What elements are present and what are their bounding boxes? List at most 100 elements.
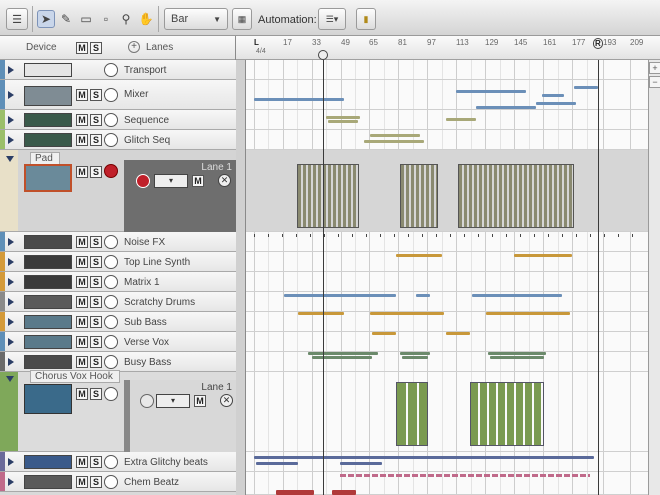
arrange-area[interactable] <box>246 60 648 495</box>
audio-clip-block[interactable] <box>396 382 428 446</box>
noise-fx-clips[interactable] <box>254 234 644 237</box>
lane-mute-button[interactable]: M <box>192 175 204 187</box>
waveform-icon[interactable] <box>104 355 118 369</box>
track-row-matrix-1[interactable]: M S Matrix 1 <box>0 272 236 292</box>
pattern-clip[interactable] <box>340 462 382 465</box>
waveform-icon[interactable] <box>104 255 118 269</box>
note-clip[interactable] <box>400 352 430 355</box>
lane-close-icon[interactable]: ✕ <box>218 174 231 187</box>
track-row-verse-vox[interactable]: M S Verse Vox <box>0 332 236 352</box>
solo-button[interactable]: S <box>90 356 102 368</box>
expand-icon[interactable] <box>8 478 14 486</box>
timeline-ruler[interactable]: L 4/4 17 33 49 65 81 97 113 129 145 161 … <box>246 36 648 60</box>
add-lane-icon[interactable]: + <box>128 41 140 53</box>
pattern-clip[interactable] <box>276 490 314 495</box>
solo-button[interactable]: S <box>90 336 102 348</box>
mute-button[interactable]: M <box>76 256 88 268</box>
expand-icon[interactable] <box>8 338 14 346</box>
expand-icon[interactable] <box>8 66 14 74</box>
hand-tool[interactable]: ✋ <box>137 10 155 28</box>
solo-button[interactable]: S <box>90 89 102 101</box>
mute-button[interactable]: M <box>76 336 88 348</box>
pattern-clip[interactable] <box>256 462 298 465</box>
note-clip[interactable] <box>486 312 570 315</box>
lane-record-icon[interactable] <box>140 394 154 408</box>
audio-clip-block[interactable] <box>470 382 544 446</box>
note-clip-block[interactable] <box>400 164 438 228</box>
note-clip[interactable] <box>514 254 572 257</box>
pattern-clip[interactable] <box>370 134 420 137</box>
playhead-marker-icon[interactable] <box>318 50 328 60</box>
waveform-icon[interactable] <box>104 295 118 309</box>
waveform-icon[interactable] <box>104 475 118 489</box>
lane-select[interactable]: ▾ <box>154 174 188 188</box>
waveform-icon[interactable] <box>104 455 118 469</box>
pattern-clip[interactable] <box>446 118 476 121</box>
pencil-tool[interactable]: ✎ <box>57 10 75 28</box>
waveform-icon[interactable] <box>104 63 118 77</box>
collapse-icon[interactable] <box>6 376 14 382</box>
view-toggle-button[interactable]: ☰ <box>6 8 28 30</box>
automation-clip[interactable] <box>254 98 344 101</box>
note-clip[interactable] <box>490 356 544 359</box>
note-clip[interactable] <box>370 312 444 315</box>
arrow-tool[interactable]: ➤ <box>37 10 55 28</box>
expand-icon[interactable] <box>8 91 14 99</box>
track-row-sub-bass[interactable]: M S Sub Bass <box>0 312 236 332</box>
pattern-clip[interactable] <box>364 140 424 143</box>
solo-button[interactable]: S <box>90 166 102 178</box>
solo-button[interactable]: S <box>90 256 102 268</box>
track-row-noise-fx[interactable]: M S Noise FX <box>0 232 236 252</box>
solo-button[interactable]: S <box>90 114 102 126</box>
mute-button[interactable]: M <box>76 134 88 146</box>
zoom-out-icon[interactable]: − <box>649 76 660 88</box>
track-row-chorus-vox-hook[interactable]: Chorus Vox Hook M S Lane 1 ▾ M ✕ <box>0 370 236 452</box>
snap-toggle-button[interactable]: ▦ <box>232 8 252 30</box>
solo-button[interactable]: S <box>90 276 102 288</box>
master-mute-button[interactable]: M <box>76 42 88 54</box>
magnify-tool[interactable]: ⚲ <box>117 10 135 28</box>
lane-record-icon[interactable] <box>136 174 150 188</box>
pattern-clip[interactable] <box>254 456 594 459</box>
lane-close-icon[interactable]: ✕ <box>220 394 233 407</box>
mute-button[interactable]: M <box>76 476 88 488</box>
mute-button[interactable]: M <box>76 316 88 328</box>
left-locator[interactable]: L <box>254 38 259 47</box>
pattern-clip[interactable] <box>284 294 396 297</box>
solo-button[interactable]: S <box>90 296 102 308</box>
note-clip[interactable] <box>488 352 546 355</box>
expand-icon[interactable] <box>8 458 14 466</box>
lane-mute-button[interactable]: M <box>194 395 206 407</box>
mute-button[interactable]: M <box>76 388 88 400</box>
audio-clip[interactable] <box>446 332 470 335</box>
expand-icon[interactable] <box>8 136 14 144</box>
track-row-sequence[interactable]: M S Sequence <box>0 110 236 130</box>
razor-tool[interactable]: ▫ <box>97 10 115 28</box>
expand-icon[interactable] <box>8 298 14 306</box>
master-solo-button[interactable]: S <box>90 42 102 54</box>
lane-select[interactable]: ▾ <box>156 394 190 408</box>
expand-icon[interactable] <box>8 258 14 266</box>
track-row-transport[interactable]: Transport <box>0 60 236 80</box>
track-row-busy-bass[interactable]: M S Busy Bass <box>0 352 236 372</box>
expand-icon[interactable] <box>8 358 14 366</box>
note-clip[interactable] <box>308 352 378 355</box>
mute-button[interactable]: M <box>76 296 88 308</box>
pattern-clip[interactable] <box>328 120 358 123</box>
mute-button[interactable]: M <box>76 236 88 248</box>
waveform-icon[interactable] <box>104 315 118 329</box>
expand-icon[interactable] <box>8 116 14 124</box>
mute-button[interactable]: M <box>76 166 88 178</box>
waveform-icon[interactable] <box>104 235 118 249</box>
right-locator-line[interactable] <box>598 60 599 495</box>
waveform-icon[interactable] <box>104 88 118 102</box>
track-row-top-line-synth[interactable]: M S Top Line Synth <box>0 252 236 272</box>
solo-button[interactable]: S <box>90 316 102 328</box>
mute-button[interactable]: M <box>76 89 88 101</box>
splitter[interactable] <box>236 60 246 495</box>
solo-button[interactable]: S <box>90 134 102 146</box>
waveform-icon[interactable] <box>104 133 118 147</box>
waveform-icon[interactable] <box>104 387 118 401</box>
automation-select[interactable]: ☰▾ <box>318 8 346 30</box>
track-row-chem-beatz[interactable]: M S Chem Beatz <box>0 472 236 492</box>
